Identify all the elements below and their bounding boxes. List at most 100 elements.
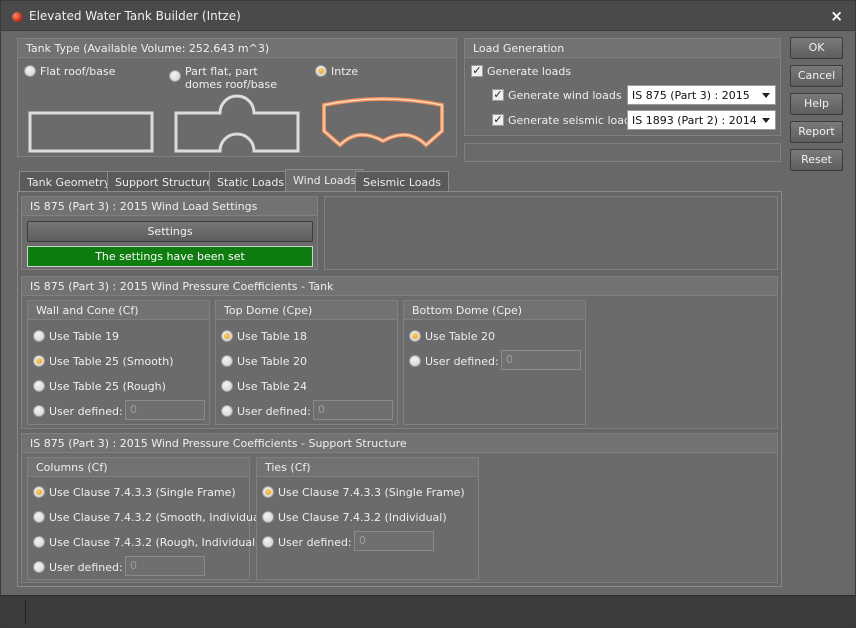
info-panel bbox=[464, 143, 781, 162]
label-columns-smooth: Use Clause 7.4.3.2 (Smooth, Individual) bbox=[49, 511, 268, 524]
top-dome-group: Top Dome (Cpe) Use Table 18 Use Table 20… bbox=[215, 300, 398, 425]
tank-coefficients-panel: IS 875 (Part 3) : 2015 Wind Pressure Coe… bbox=[21, 276, 778, 429]
radio-top-user-defined[interactable] bbox=[221, 405, 233, 417]
radio-wall-table-19[interactable] bbox=[33, 330, 45, 342]
columns-group: Columns (Cf) Use Clause 7.4.3.3 (Single … bbox=[27, 457, 267, 580]
radio-bottom-table-20[interactable] bbox=[409, 330, 421, 342]
chevron-down-icon bbox=[762, 118, 770, 123]
label-part-flat-2: domes roof/base bbox=[185, 78, 277, 91]
wall-cone-header: Wall and Cone (Cf) bbox=[28, 301, 209, 320]
wall-user-value-input[interactable]: 0 bbox=[125, 400, 205, 420]
label-ties-single-frame: Use Clause 7.4.3.3 (Single Frame) bbox=[278, 486, 465, 499]
status-bar bbox=[1, 595, 855, 627]
generate-loads-label: Generate loads bbox=[487, 65, 572, 78]
intze-tank-shape bbox=[322, 97, 444, 148]
radio-columns-user-defined[interactable] bbox=[33, 561, 45, 573]
ok-button[interactable]: OK bbox=[790, 37, 843, 59]
settings-status: The settings have been set bbox=[27, 246, 313, 267]
part-flat-tank-shape bbox=[174, 94, 300, 153]
generate-seismic-checkbox[interactable]: ✓ bbox=[492, 114, 504, 126]
radio-ties-individual[interactable] bbox=[262, 511, 274, 523]
tab-wind-loads[interactable]: Wind Loads bbox=[285, 169, 365, 191]
chevron-down-icon bbox=[762, 93, 770, 98]
label-columns-user-defined: User defined: bbox=[49, 561, 123, 574]
wind-settings-panel: IS 875 (Part 3) : 2015 Wind Load Setting… bbox=[21, 196, 318, 270]
label-ties-individual: Use Clause 7.4.3.2 (Individual) bbox=[278, 511, 447, 524]
radio-bottom-user-defined[interactable] bbox=[409, 355, 421, 367]
wind-loads-tab-body: IS 875 (Part 3) : 2015 Wind Load Setting… bbox=[17, 191, 782, 587]
radio-columns-smooth[interactable] bbox=[33, 511, 45, 523]
flat-tank-shape bbox=[28, 111, 154, 153]
tab-support-structure[interactable]: Support Structure bbox=[107, 171, 222, 191]
tank-type-header: Tank Type (Available Volume: 252.643 m^3… bbox=[18, 39, 456, 58]
label-flat-roof: Flat roof/base bbox=[40, 65, 116, 78]
tab-seismic-loads[interactable]: Seismic Loads bbox=[355, 171, 449, 191]
seismic-code-value: IS 1893 (Part 2) : 2014 bbox=[632, 114, 757, 127]
wind-settings-header: IS 875 (Part 3) : 2015 Wind Load Setting… bbox=[22, 197, 317, 216]
tab-tank-geometry[interactable]: Tank Geometry bbox=[19, 171, 119, 191]
wind-info-panel bbox=[324, 196, 778, 270]
report-button[interactable]: Report bbox=[790, 121, 843, 143]
radio-ties-user-defined[interactable] bbox=[262, 536, 274, 548]
status-separator bbox=[25, 600, 26, 624]
radio-columns-rough[interactable] bbox=[33, 536, 45, 548]
settings-button[interactable]: Settings bbox=[27, 221, 313, 242]
load-generation-panel: Load Generation ✓ Generate loads ✓ Gener… bbox=[464, 38, 781, 136]
main-window: Elevated Water Tank Builder (Intze) × Ta… bbox=[0, 0, 856, 628]
cancel-button[interactable]: Cancel bbox=[790, 65, 843, 87]
support-coefficients-panel: IS 875 (Part 3) : 2015 Wind Pressure Coe… bbox=[21, 433, 778, 583]
bottom-user-value-input[interactable]: 0 bbox=[501, 350, 581, 370]
label-columns-single-frame: Use Clause 7.4.3.3 (Single Frame) bbox=[49, 486, 236, 499]
radio-wall-user-defined[interactable] bbox=[33, 405, 45, 417]
label-top-table-20: Use Table 20 bbox=[237, 355, 307, 368]
ties-user-value-input[interactable]: 0 bbox=[354, 531, 434, 551]
tab-static-loads[interactable]: Static Loads bbox=[209, 171, 293, 191]
radio-ties-single-frame[interactable] bbox=[262, 486, 274, 498]
support-coefficients-header: IS 875 (Part 3) : 2015 Wind Pressure Coe… bbox=[22, 434, 777, 453]
generate-loads-checkbox[interactable]: ✓ bbox=[471, 65, 483, 77]
tank-type-panel: Tank Type (Available Volume: 252.643 m^3… bbox=[17, 38, 457, 157]
bottom-dome-group: Bottom Dome (Cpe) Use Table 20 User defi… bbox=[403, 300, 586, 425]
load-generation-header: Load Generation bbox=[465, 39, 780, 58]
radio-top-table-24[interactable] bbox=[221, 380, 233, 392]
radio-wall-table-25-smooth[interactable] bbox=[33, 355, 45, 367]
ties-header: Ties (Cf) bbox=[257, 458, 478, 477]
bottom-dome-header: Bottom Dome (Cpe) bbox=[404, 301, 585, 320]
label-wall-table-25-smooth: Use Table 25 (Smooth) bbox=[49, 355, 174, 368]
label-columns-rough: Use Clause 7.4.3.2 (Rough, Individual) bbox=[49, 536, 260, 549]
radio-top-table-18[interactable] bbox=[221, 330, 233, 342]
seismic-code-select[interactable]: IS 1893 (Part 2) : 2014 bbox=[627, 110, 776, 130]
wind-code-value: IS 875 (Part 3) : 2015 bbox=[632, 89, 750, 102]
wind-code-select[interactable]: IS 875 (Part 3) : 2015 bbox=[627, 85, 776, 105]
columns-header: Columns (Cf) bbox=[28, 458, 249, 477]
top-user-value-input[interactable]: 0 bbox=[313, 400, 393, 420]
label-bottom-table-20: Use Table 20 bbox=[425, 330, 495, 343]
radio-top-table-20[interactable] bbox=[221, 355, 233, 367]
radio-intze[interactable] bbox=[315, 65, 327, 77]
generate-seismic-label: Generate seismic loads bbox=[508, 114, 637, 127]
help-button[interactable]: Help bbox=[790, 93, 843, 115]
label-top-table-24: Use Table 24 bbox=[237, 380, 307, 393]
generate-wind-checkbox[interactable]: ✓ bbox=[492, 89, 504, 101]
title-bar: Elevated Water Tank Builder (Intze) × bbox=[1, 1, 855, 31]
radio-columns-single-frame[interactable] bbox=[33, 486, 45, 498]
close-icon[interactable]: × bbox=[830, 7, 843, 25]
label-top-table-18: Use Table 18 bbox=[237, 330, 307, 343]
ties-group: Ties (Cf) Use Clause 7.4.3.3 (Single Fra… bbox=[256, 457, 479, 580]
label-wall-user-defined: User defined: bbox=[49, 405, 123, 418]
window-title: Elevated Water Tank Builder (Intze) bbox=[29, 9, 241, 23]
label-ties-user-defined: User defined: bbox=[278, 536, 352, 549]
tank-coefficients-header: IS 875 (Part 3) : 2015 Wind Pressure Coe… bbox=[22, 277, 777, 296]
label-top-user-defined: User defined: bbox=[237, 405, 311, 418]
label-wall-table-25-rough: Use Table 25 (Rough) bbox=[49, 380, 166, 393]
radio-flat-roof[interactable] bbox=[24, 65, 36, 77]
top-dome-header: Top Dome (Cpe) bbox=[216, 301, 397, 320]
reset-button[interactable]: Reset bbox=[790, 149, 843, 171]
label-part-flat-1: Part flat, part bbox=[185, 65, 258, 78]
app-icon bbox=[12, 12, 22, 22]
radio-part-flat[interactable] bbox=[169, 70, 181, 82]
label-bottom-user-defined: User defined: bbox=[425, 355, 499, 368]
radio-wall-table-25-rough[interactable] bbox=[33, 380, 45, 392]
label-intze: Intze bbox=[331, 65, 359, 78]
columns-user-value-input[interactable]: 0 bbox=[125, 556, 205, 576]
